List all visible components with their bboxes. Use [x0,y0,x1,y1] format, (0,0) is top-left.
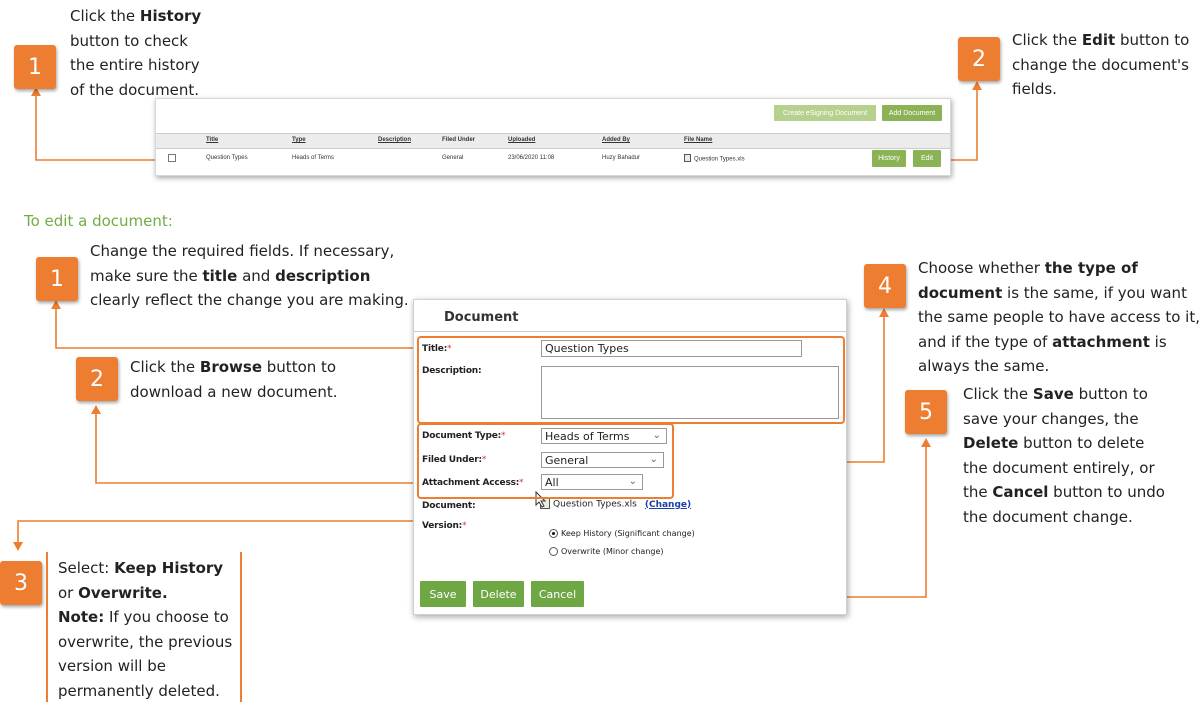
step-3-b1: Keep History [114,559,224,577]
edit-instruction-pre: Click the [1012,31,1082,49]
grid-header-row: Title Type Description Filed Under Uploa… [156,133,950,149]
step-3-b2: Overwrite. [78,583,168,602]
step-4-b2: attachment [1052,332,1150,351]
document-form-screenshot: Document Title:* Question Types Descript… [413,299,847,615]
history-instruction-post: button to check the entire history of th… [70,31,200,99]
dropdowns-highlight [417,423,674,499]
row-added-by: Huzy Bahadur [602,155,641,161]
keep-history-radio[interactable] [549,529,558,538]
document-form-heading: Document [444,310,519,325]
history-instruction: Click the History button to check the en… [70,4,210,102]
step-3-text: Select: Keep History or Overwrite. Note:… [58,556,240,703]
history-button[interactable]: History [872,150,906,167]
history-instruction-bold: History [139,7,202,25]
edit-instruction-bold: Edit [1081,31,1116,49]
documents-grid-screenshot: Create eSigning Document Add Document Ti… [155,98,951,176]
column-header-file-name[interactable]: File Name [684,137,712,143]
row-file-name-text: Question Types.xls [694,156,745,163]
step-badge-edit: 2 [958,37,1000,81]
step-badge-4: 4 [864,264,906,308]
step-badge-history: 1 [14,45,56,89]
step-5-text: Click the Save button to save your chang… [963,382,1173,529]
column-header-description[interactable]: Description [378,137,411,143]
save-button[interactable]: Save [420,581,466,607]
step-3-pre: Select: [58,559,115,577]
step-1-b2: description [275,266,371,285]
document-file-name: Question Types.xls [553,499,637,510]
step-4-pre: Choose whether [918,259,1045,277]
column-header-uploaded[interactable]: Uploaded [508,137,535,143]
file-icon [684,154,691,162]
step-badge-5: 5 [905,390,947,434]
row-select-checkbox[interactable] [168,154,176,162]
step-1-mid: and [237,266,276,285]
overwrite-radio-option[interactable]: Overwrite (Minor change) [549,547,664,556]
step-2-pre: Click the [130,358,200,376]
delete-button[interactable]: Delete [473,581,524,607]
step-4-text: Choose whether the type of document is t… [918,256,1203,379]
step-badge-1: 1 [36,257,78,301]
step-2-bold: Browse [199,358,263,376]
column-header-added-by[interactable]: Added By [602,137,630,143]
document-label: Document: [422,501,476,511]
add-document-button[interactable]: Add Document [882,105,942,121]
change-document-link[interactable]: (Change) [645,500,691,510]
row-uploaded: 23/06/2020 11:08 [508,155,555,161]
title-description-highlight [417,336,845,424]
version-label: Version:* [422,521,467,531]
column-header-type[interactable]: Type [292,137,306,143]
step-1-b1: title [202,266,238,285]
keep-history-radio-option[interactable]: Keep History (Significant change) [549,529,695,538]
step-1-post: clearly reflect the change you are makin… [90,291,409,309]
step-3-mid: or [58,583,79,602]
overwrite-radio[interactable] [549,547,558,556]
step-5-pre: Click the [963,385,1033,403]
step-5-b3: Cancel [992,483,1049,501]
row-file-name[interactable]: Question Types.xls [684,154,745,163]
create-esigning-document-button[interactable]: Create eSigning Document [774,105,876,121]
row-type: Heads of Terms [292,155,334,161]
document-file-row: Question Types.xls (Change) [540,497,691,510]
overwrite-label: Overwrite (Minor change) [561,547,664,556]
row-filed-under: General [442,155,464,161]
row-title: Question Types [206,155,248,161]
required-mark: * [462,521,467,531]
step-2-text: Click the Browse button to download a ne… [130,355,360,404]
keep-history-label: Keep History (Significant change) [561,529,695,538]
edit-instruction: Click the Edit button to change the docu… [1012,28,1200,102]
heading-divider [414,331,846,332]
step-badge-2: 2 [76,357,118,401]
step-5-b1: Save [1032,385,1074,403]
column-header-filed-under: Filed Under [442,137,476,143]
edit-button[interactable]: Edit [913,150,941,167]
version-label-text: Version: [422,521,463,531]
step-3-note-label: Note: [58,608,105,626]
section-heading: To edit a document: [24,212,173,230]
column-header-title[interactable]: Title [206,137,218,143]
step-1-text: Change the required fields. If necessary… [90,239,420,313]
history-instruction-pre: Click the [70,7,140,25]
step-badge-3: 3 [0,561,42,605]
step-5-b2: Delete [963,434,1019,452]
cancel-button[interactable]: Cancel [531,581,584,607]
